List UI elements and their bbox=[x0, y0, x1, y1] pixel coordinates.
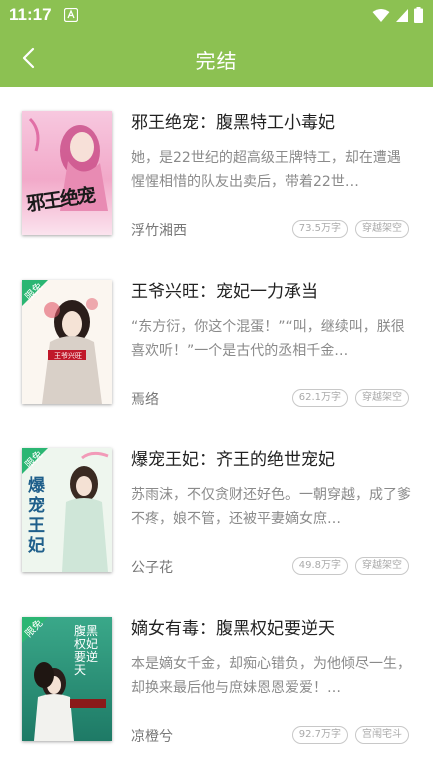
book-cover[interactable]: 限免 王爷兴旺 bbox=[22, 280, 112, 404]
genre-tag: 穿越架空 bbox=[355, 389, 409, 407]
book-cover[interactable]: 限免 爆宠王妃 bbox=[22, 448, 112, 572]
genre-tag: 穿越架空 bbox=[355, 220, 409, 238]
wifi-icon bbox=[372, 8, 390, 22]
word-count-tag: 49.8万字 bbox=[291, 557, 348, 575]
book-author: 焉络 bbox=[131, 392, 159, 408]
book-title: 邪王绝宠：腹黑特工小毒妃 bbox=[131, 113, 335, 133]
book-item[interactable]: 限免 腹黑权妃要逆天 嫡女有毒：腹黑权妃要逆天 本是嫡女千金，却痴心错负，为他倾… bbox=[0, 593, 433, 761]
notification-icon bbox=[64, 8, 78, 22]
battery-icon bbox=[414, 7, 423, 23]
book-title: 爆宠王妃：齐王的绝世宠妃 bbox=[131, 450, 335, 470]
word-count-tag: 73.5万字 bbox=[291, 220, 348, 238]
book-author: 浮竹湘西 bbox=[131, 223, 187, 239]
word-count-tag: 92.7万字 bbox=[291, 726, 348, 744]
page-title: 完结 bbox=[195, 49, 238, 73]
cover-title: 腹黑权妃要逆天 bbox=[74, 624, 99, 677]
book-item[interactable]: 限免 爆宠王妃 爆宠王妃：齐王的绝世宠妃 苏雨沫，不仅贪财还好色。一朝穿越，成了… bbox=[0, 424, 433, 592]
book-item[interactable]: 限免 王爷兴旺 王爷兴旺：宠妃一力承当 “东方衍，你这个混蛋！”“叫，继续叫，朕… bbox=[0, 256, 433, 424]
book-description: “东方衍，你这个混蛋！”“叫，继续叫，朕很喜欢听！”一个是古代的丞相千金… bbox=[131, 319, 405, 359]
genre-tag: 穿越架空 bbox=[355, 557, 409, 575]
book-author: 公子花 bbox=[131, 560, 173, 576]
book-cover[interactable]: 邪王绝宠 bbox=[22, 111, 112, 235]
book-item[interactable]: 邪王绝宠 邪王绝宠：腹黑特工小毒妃 她，是22世纪的超高级王牌特工，却在遭遇惺惺… bbox=[0, 87, 433, 255]
cover-title: 爆宠王妃 bbox=[28, 476, 45, 556]
genre-tag: 宫闱宅斗 bbox=[355, 726, 409, 744]
book-description: 她，是22世纪的超高级王牌特工，却在遭遇惺惺相惜的队友出卖后，带着22世… bbox=[131, 150, 401, 190]
status-time: 11:17 bbox=[9, 5, 52, 24]
app-bar: 完结 bbox=[0, 30, 433, 87]
word-count-tag: 62.1万字 bbox=[291, 389, 348, 407]
system-icons bbox=[372, 7, 423, 23]
book-description: 苏雨沫，不仅贪财还好色。一朝穿越，成了爹不疼，娘不管，还被平妻嫡女庶… bbox=[131, 487, 411, 527]
status-bar: 11:17 bbox=[0, 0, 433, 30]
cover-title: 王爷兴旺 bbox=[54, 352, 82, 360]
book-author: 凉橙兮 bbox=[131, 729, 173, 745]
signal-icon bbox=[396, 8, 408, 22]
book-cover[interactable]: 限免 腹黑权妃要逆天 bbox=[22, 617, 112, 741]
book-title: 王爷兴旺：宠妃一力承当 bbox=[131, 282, 318, 302]
book-description: 本是嫡女千金，却痴心错负，为他倾尽一生，却换来最后他与庶妹恩恩爱爱！… bbox=[131, 656, 411, 696]
book-title: 嫡女有毒：腹黑权妃要逆天 bbox=[131, 619, 335, 639]
